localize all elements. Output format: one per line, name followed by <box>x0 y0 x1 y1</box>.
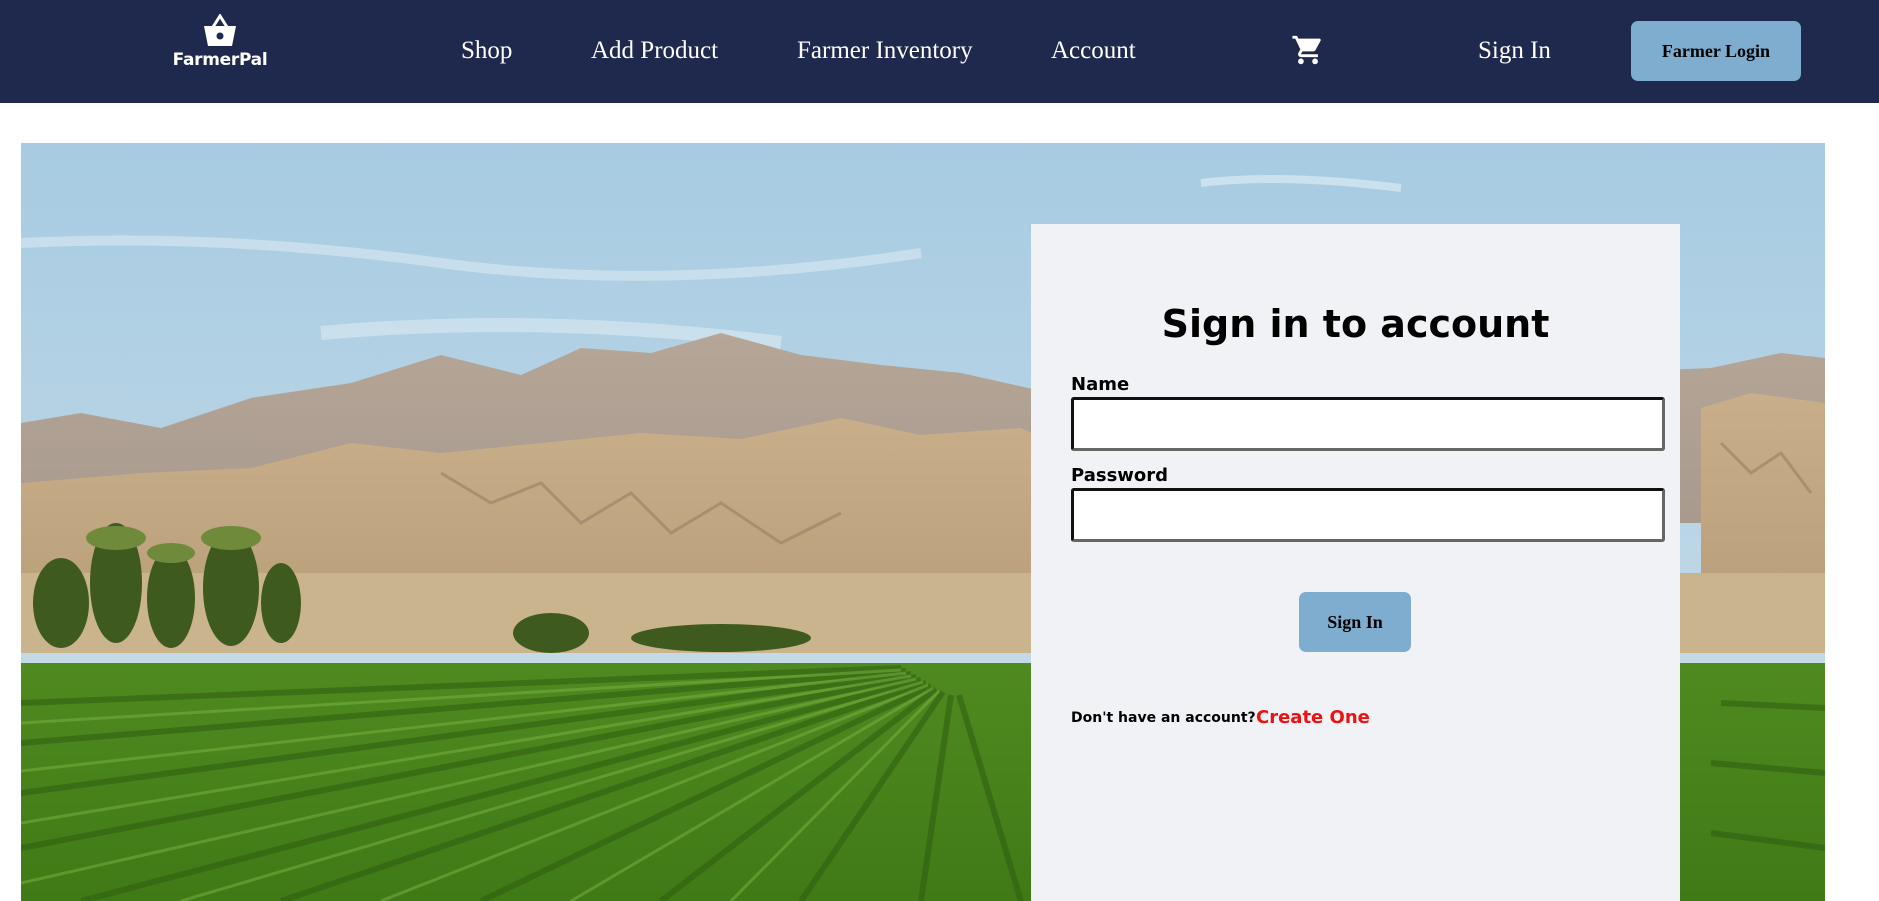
password-input[interactable] <box>1071 488 1665 542</box>
sign-in-title: Sign in to account <box>1161 302 1550 346</box>
sign-in-card: Sign in to account Name Password Sign In… <box>1031 224 1680 901</box>
top-navbar: FarmerPal Shop Add Product Farmer Invent… <box>0 0 1879 103</box>
create-account-link[interactable]: Create One <box>1256 707 1370 728</box>
shopping-cart-icon[interactable] <box>1291 33 1325 67</box>
nav-shop[interactable]: Shop <box>461 36 512 66</box>
name-input[interactable] <box>1071 397 1665 451</box>
sign-in-submit-button[interactable]: Sign In <box>1299 592 1411 652</box>
brand-logo[interactable]: FarmerPal <box>170 14 270 80</box>
basket-icon <box>204 14 236 46</box>
brand-name: FarmerPal <box>172 50 268 70</box>
farmer-login-button[interactable]: Farmer Login <box>1631 21 1801 81</box>
nav-farmer-inventory[interactable]: Farmer Inventory <box>797 36 973 66</box>
nav-account[interactable]: Account <box>1051 36 1136 66</box>
nav-add-product[interactable]: Add Product <box>591 36 718 66</box>
name-label: Name <box>1071 374 1130 395</box>
nav-sign-in[interactable]: Sign In <box>1478 36 1551 66</box>
no-account-text: Don't have an account? <box>1071 710 1256 726</box>
password-label: Password <box>1071 465 1169 486</box>
